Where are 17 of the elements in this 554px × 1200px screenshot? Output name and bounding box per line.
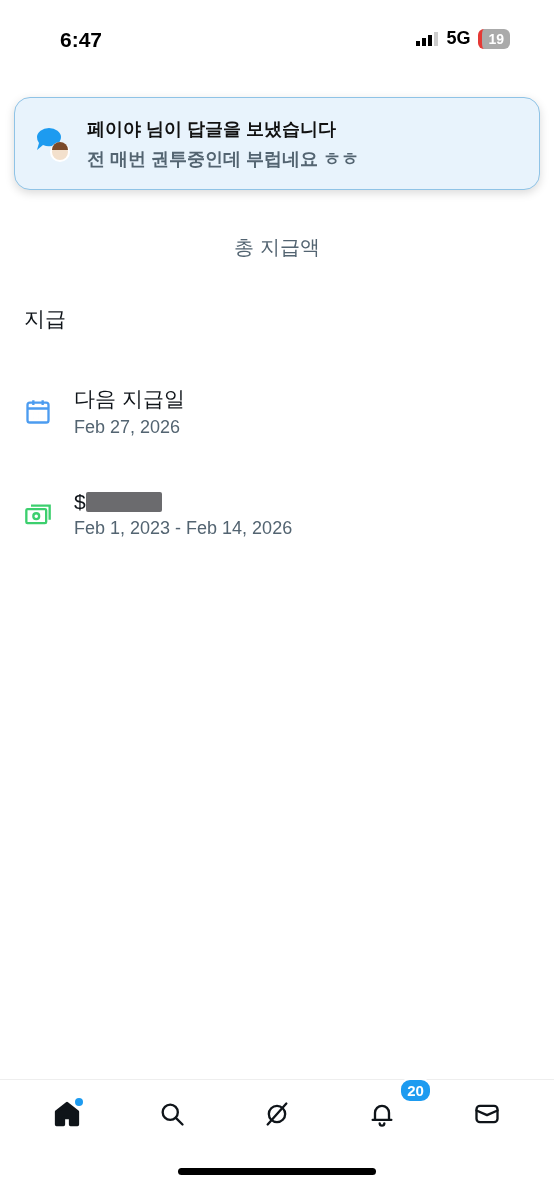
notification-banner[interactable]: 페이야 님이 답글을 보냈습니다 전 매번 권투중인데 부럽네요 ㅎㅎ — [14, 97, 540, 190]
unread-dot — [74, 1098, 83, 1106]
battery-indicator: 19 — [478, 28, 510, 49]
section-title: 지급 — [24, 306, 67, 332]
row-title: $ — [74, 490, 86, 514]
row-subtitle: Feb 1, 2023 - Feb 14, 2026 — [74, 518, 293, 539]
row-title: 다음 지급일 — [74, 386, 185, 412]
calendar-icon — [24, 397, 52, 426]
notification-message: 전 매번 권투중인데 부럽네요 ㅎㅎ — [87, 147, 359, 171]
network-label: 5G — [446, 28, 471, 49]
home-icon — [52, 1100, 81, 1128]
row-subtitle: Feb 27, 2026 — [74, 417, 182, 438]
status-time: 6:47 — [60, 28, 103, 52]
count-badge: 20 — [399, 1078, 432, 1103]
notification-title: 페이야 님이 답글을 보냈습니다 — [87, 117, 337, 141]
signal-icon — [416, 31, 439, 46]
total-label: 총 지급액 — [233, 235, 321, 260]
